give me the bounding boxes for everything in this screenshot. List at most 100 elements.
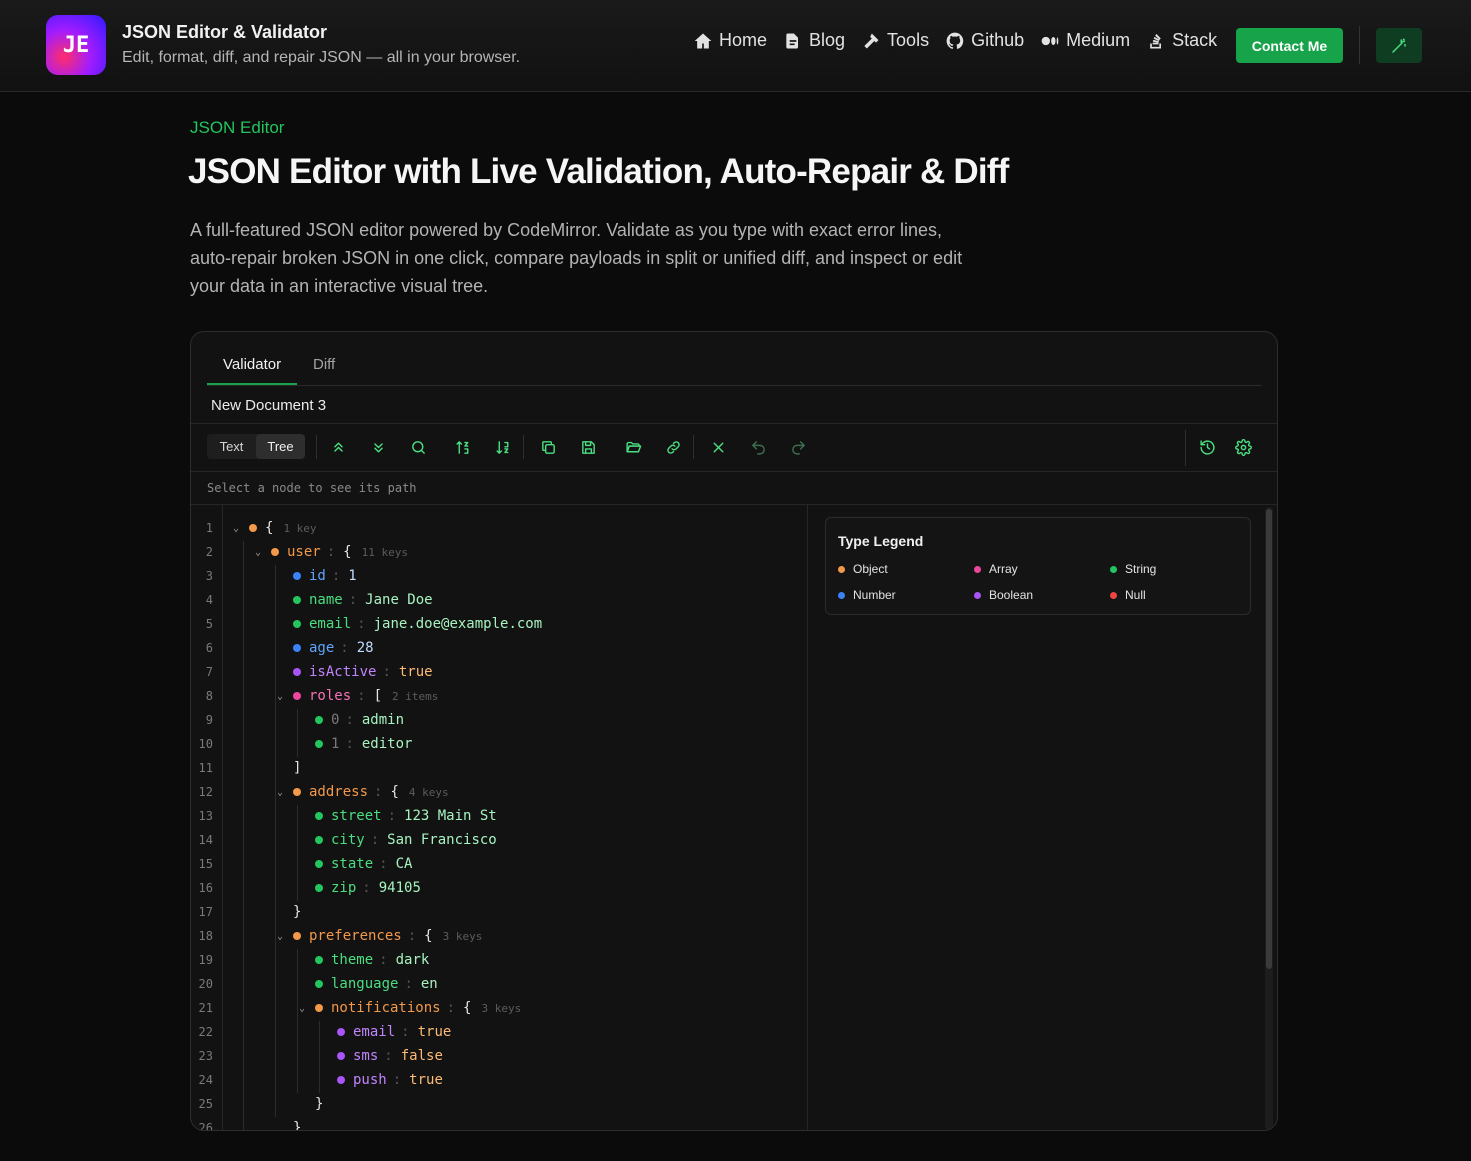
sort-descending-button[interactable] bbox=[493, 437, 513, 457]
node-key[interactable]: id bbox=[309, 568, 326, 584]
magic-wand-button[interactable] bbox=[1376, 28, 1422, 63]
nav-home[interactable]: Home bbox=[693, 30, 767, 51]
chevron-down-icon[interactable]: ⌄ bbox=[251, 547, 265, 558]
node-key[interactable]: email bbox=[309, 616, 351, 632]
node-value[interactable]: false bbox=[401, 1048, 443, 1064]
node-key[interactable]: 1 bbox=[331, 736, 339, 752]
tree-row[interactable]: 23 sms: false bbox=[191, 1045, 807, 1069]
node-key[interactable]: push bbox=[353, 1072, 387, 1088]
node-key[interactable]: state bbox=[331, 856, 373, 872]
node-key[interactable]: theme bbox=[331, 952, 373, 968]
redo-button[interactable] bbox=[788, 437, 808, 457]
history-button[interactable] bbox=[1197, 437, 1217, 457]
tree-row[interactable]: 9 0: admin bbox=[191, 709, 807, 733]
save-button[interactable] bbox=[578, 437, 598, 457]
node-value[interactable]: 1 bbox=[348, 568, 356, 584]
node-key[interactable]: name bbox=[309, 592, 343, 608]
tree-row[interactable]: 15 state: CA bbox=[191, 853, 807, 877]
search-button[interactable] bbox=[408, 437, 428, 457]
mode-tree-button[interactable]: Tree bbox=[256, 434, 305, 459]
mode-text-button[interactable]: Text bbox=[207, 434, 256, 459]
tree-row[interactable]: 19 theme: dark bbox=[191, 949, 807, 973]
nav-github[interactable]: Github bbox=[945, 30, 1024, 51]
tree-row[interactable]: 22 email: true bbox=[191, 1021, 807, 1045]
node-key[interactable]: street bbox=[331, 808, 382, 824]
node-key[interactable]: city bbox=[331, 832, 365, 848]
tree-row[interactable]: 14 city: San Francisco bbox=[191, 829, 807, 853]
tree-row[interactable]: 5 email: jane.doe@example.com bbox=[191, 613, 807, 637]
nav-tools[interactable]: Tools bbox=[861, 30, 929, 51]
tree-scrollbar[interactable] bbox=[1265, 507, 1273, 1130]
node-value[interactable]: true bbox=[418, 1024, 452, 1040]
sort-ascending-button[interactable] bbox=[453, 437, 473, 457]
tree-row[interactable]: 3 id:1 bbox=[191, 565, 807, 589]
tree-row[interactable]: 12 ⌄ address: {4 keys bbox=[191, 781, 807, 805]
app-logo[interactable]: JE bbox=[46, 15, 106, 75]
tree-row[interactable]: 2 ⌄ user: {11 keys bbox=[191, 541, 807, 565]
node-key[interactable]: language bbox=[331, 976, 398, 992]
node-key[interactable]: preferences bbox=[309, 928, 402, 944]
node-value[interactable]: jane.doe@example.com bbox=[374, 616, 543, 632]
document-name[interactable]: New Document 3 bbox=[211, 397, 326, 414]
node-value[interactable]: editor bbox=[362, 736, 413, 752]
collapse-all-button[interactable] bbox=[368, 437, 388, 457]
node-value[interactable]: true bbox=[409, 1072, 443, 1088]
node-value[interactable]: 94105 bbox=[379, 880, 421, 896]
node-key[interactable]: notifications bbox=[331, 1000, 441, 1016]
node-key[interactable]: email bbox=[353, 1024, 395, 1040]
tree-view[interactable]: 1 ⌄{1 key 2 ⌄ user:{11 keys 3 id:1 4 name: Jane D… bbox=[191, 505, 808, 1130]
node-value[interactable]: San Francisco bbox=[387, 832, 497, 848]
chevron-down-icon[interactable]: ⌄ bbox=[229, 523, 243, 534]
clear-button[interactable] bbox=[708, 437, 728, 457]
tab-diff[interactable]: Diff bbox=[313, 356, 335, 373]
tree-row[interactable]: 20 language: en bbox=[191, 973, 807, 997]
node-key[interactable]: roles bbox=[309, 688, 351, 704]
tree-row[interactable]: 18 ⌄ preferences: {3 keys bbox=[191, 925, 807, 949]
node-value[interactable]: en bbox=[421, 976, 438, 992]
settings-button[interactable] bbox=[1233, 437, 1253, 457]
tree-row[interactable]: 26} bbox=[191, 1117, 807, 1130]
tree-row[interactable]: 17} bbox=[191, 901, 807, 925]
open-file-button[interactable] bbox=[623, 437, 643, 457]
nav-stack[interactable]: Stack bbox=[1146, 30, 1217, 51]
node-key[interactable]: 0 bbox=[331, 712, 339, 728]
node-value[interactable]: admin bbox=[362, 712, 404, 728]
tree-row[interactable]: 6 age:28 bbox=[191, 637, 807, 661]
tree-row[interactable]: 7 isActive: true bbox=[191, 661, 807, 685]
tree-row[interactable]: 8 ⌄ roles: [2 items bbox=[191, 685, 807, 709]
tree-row[interactable]: 21 ⌄ notifications: {3 keys bbox=[191, 997, 807, 1021]
tree-row[interactable]: 10 1: editor bbox=[191, 733, 807, 757]
contact-me-button[interactable]: Contact Me bbox=[1236, 28, 1343, 63]
chevron-down-icon[interactable]: ⌄ bbox=[273, 691, 287, 702]
tab-validator[interactable]: Validator bbox=[223, 356, 281, 373]
tree-row[interactable]: 24 push: true bbox=[191, 1069, 807, 1093]
tree-row[interactable]: 13 street:123 Main St bbox=[191, 805, 807, 829]
node-value[interactable]: CA bbox=[396, 856, 413, 872]
tree-row[interactable]: 4 name: Jane Doe bbox=[191, 589, 807, 613]
node-key[interactable]: address bbox=[309, 784, 368, 800]
expand-all-button[interactable] bbox=[328, 437, 348, 457]
tree-row[interactable]: 11] bbox=[191, 757, 807, 781]
node-value[interactable]: 28 bbox=[357, 640, 374, 656]
node-key[interactable]: zip bbox=[331, 880, 356, 896]
node-value[interactable]: 123 Main St bbox=[404, 808, 497, 824]
node-key[interactable]: sms bbox=[353, 1048, 378, 1064]
chevron-down-icon[interactable]: ⌄ bbox=[273, 787, 287, 798]
nav-blog[interactable]: Blog bbox=[783, 30, 845, 51]
node-value[interactable]: dark bbox=[396, 952, 430, 968]
share-link-button[interactable] bbox=[663, 437, 683, 457]
scrollbar-thumb[interactable] bbox=[1266, 509, 1272, 969]
node-key[interactable]: isActive bbox=[309, 664, 376, 680]
chevron-down-icon[interactable]: ⌄ bbox=[295, 1003, 309, 1014]
tree-row[interactable]: 1 ⌄ {1 key bbox=[191, 517, 807, 541]
node-value[interactable]: Jane Doe bbox=[365, 592, 432, 608]
chevron-down-icon[interactable]: ⌄ bbox=[273, 931, 287, 942]
node-key[interactable]: user bbox=[287, 544, 321, 560]
nav-medium[interactable]: Medium bbox=[1040, 30, 1130, 51]
node-key[interactable]: age bbox=[309, 640, 334, 656]
tree-row[interactable]: 25} bbox=[191, 1093, 807, 1117]
node-value[interactable]: true bbox=[399, 664, 433, 680]
undo-button[interactable] bbox=[748, 437, 768, 457]
tree-row[interactable]: 16 zip:94105 bbox=[191, 877, 807, 901]
copy-button[interactable] bbox=[538, 437, 558, 457]
